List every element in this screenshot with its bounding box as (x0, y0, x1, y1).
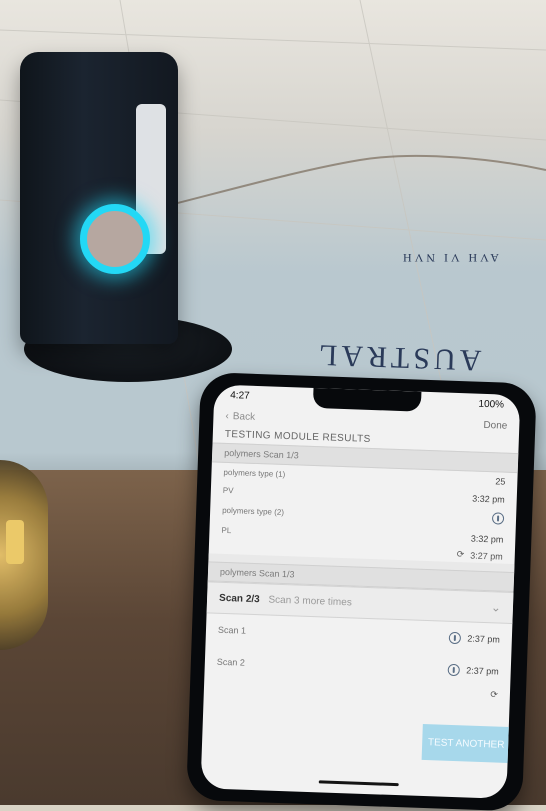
sensor-light-ring (80, 204, 150, 274)
butter (6, 520, 24, 564)
chevron-down-icon: ⌄ (490, 600, 502, 615)
scan-instruction: Scan 3 more times (268, 593, 352, 608)
butter-bowl (0, 460, 48, 650)
phone-screen: 4:27 100% ‹ Back Done TESTING MODULE RES… (200, 384, 521, 799)
result-label: PV (222, 485, 234, 495)
result-label: polymers type (2) (222, 505, 285, 517)
scan-time: 2:37 pm (448, 663, 499, 678)
phone-notch (312, 387, 422, 412)
scan-dropdown-text: Scan 2/3 Scan 3 more times (219, 592, 352, 608)
back-label: Back (232, 410, 256, 423)
info-icon[interactable] (449, 631, 462, 645)
scan-label: Scan 1 (217, 624, 247, 636)
sync-time: 3:27 pm (470, 550, 503, 562)
result-label: PL (221, 525, 232, 535)
chevron-left-icon: ‹ (225, 410, 230, 422)
scan-label: Scan 2 (216, 656, 246, 668)
map-text-coast: AVH VI NVH (400, 251, 499, 265)
map-text-austral: AUSTRAL (314, 338, 482, 377)
info-icon-shape (491, 512, 505, 525)
back-button[interactable]: ‹ Back (225, 410, 255, 422)
info-icon[interactable] (491, 512, 505, 526)
scan-time: 2:37 pm (449, 631, 501, 646)
result-value: 3:32 pm (470, 533, 504, 545)
result-value: 3:32 pm (472, 493, 505, 505)
smartphone: 4:27 100% ‹ Back Done TESTING MODULE RES… (186, 372, 537, 811)
result-label: polymers type (1) (223, 467, 286, 479)
status-time: 4:27 (230, 389, 250, 402)
info-icon[interactable] (448, 663, 461, 677)
test-another-button[interactable]: TEST ANOTHER (421, 723, 511, 764)
home-indicator (318, 780, 399, 787)
result-value: 25 (495, 476, 506, 487)
scan-progress: Scan 2/3 (218, 592, 260, 605)
scan-time-text: 2:37 pm (466, 665, 499, 677)
sync-icon[interactable]: ⟳ (457, 549, 465, 560)
sync-icon[interactable]: ⟳ (490, 689, 498, 700)
sensor-device (14, 52, 232, 384)
status-battery: 100% (478, 398, 505, 411)
scan-time-text: 2:37 pm (467, 633, 501, 645)
done-button[interactable]: Done (483, 419, 507, 431)
